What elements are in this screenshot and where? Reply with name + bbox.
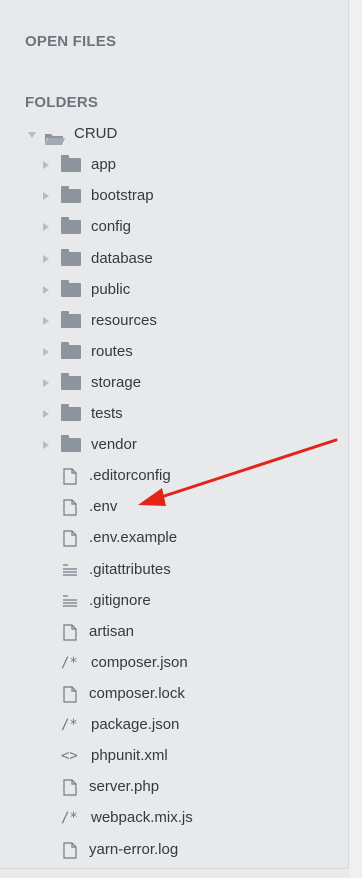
- chevron-right-icon[interactable]: [43, 255, 49, 263]
- file-icon: [61, 841, 79, 859]
- file-item-gitattributes[interactable]: .gitattributes: [61, 557, 171, 583]
- comment-icon: /*: [61, 810, 78, 826]
- folder-icon: [61, 342, 81, 359]
- folder-label: config: [91, 218, 132, 235]
- file-icon: [61, 498, 79, 516]
- folder-label: resources: [91, 312, 157, 329]
- chevron-right-icon[interactable]: [43, 410, 49, 418]
- comment-icon: /*: [61, 655, 78, 671]
- chevron-right-icon[interactable]: [43, 379, 49, 387]
- file-item-artisan[interactable]: artisan: [61, 619, 134, 645]
- folder-icon: [61, 311, 81, 328]
- scroll-gutter: [349, 0, 362, 878]
- chevron-right-icon[interactable]: [43, 317, 49, 325]
- file-label: server.php: [89, 778, 160, 795]
- folder-item-vendor[interactable]: vendor: [43, 432, 137, 458]
- file-item-package-json[interactable]: /* package.json: [61, 712, 179, 738]
- file-item-webpack-mix-js[interactable]: /* webpack.mix.js: [61, 805, 193, 831]
- file-icon: [61, 623, 79, 641]
- file-item-gitignore[interactable]: .gitignore: [61, 588, 151, 614]
- folder-icon: [61, 404, 81, 421]
- file-item-env-example[interactable]: .env.example: [61, 525, 177, 551]
- folder-item-storage[interactable]: storage: [43, 370, 141, 396]
- file-item-composer-json[interactable]: /* composer.json: [61, 650, 188, 676]
- folder-icon: [61, 249, 81, 266]
- chevron-right-icon[interactable]: [43, 348, 49, 356]
- folder-icon: [61, 280, 81, 297]
- text-lines-icon: [61, 594, 79, 608]
- folder-label: bootstrap: [91, 187, 154, 204]
- folder-label: app: [91, 156, 117, 173]
- folder-root-crud[interactable]: CRUD: [28, 121, 117, 147]
- folder-label: routes: [91, 343, 133, 360]
- folder-item-resources[interactable]: resources: [43, 308, 157, 334]
- open-files-title: OPEN FILES: [25, 33, 117, 50]
- file-label: phpunit.xml: [91, 747, 168, 764]
- chevron-right-icon[interactable]: [43, 192, 49, 200]
- file-label: webpack.mix.js: [91, 809, 193, 826]
- folder-item-tests[interactable]: tests: [43, 401, 123, 427]
- file-label: .gitignore: [89, 592, 151, 609]
- file-icon: [61, 529, 79, 547]
- folder-label: database: [91, 250, 153, 267]
- comment-icon: /*: [61, 717, 78, 733]
- folder-label: CRUD: [74, 125, 118, 142]
- file-label: composer.json: [91, 654, 188, 671]
- file-label: composer.lock: [89, 685, 185, 702]
- folder-icon: [61, 186, 81, 203]
- folder-open-icon: [44, 128, 66, 145]
- folder-item-app[interactable]: app: [43, 152, 116, 178]
- chevron-right-icon[interactable]: [43, 161, 49, 169]
- file-label: .editorconfig: [89, 467, 171, 484]
- folder-item-database[interactable]: database: [43, 246, 153, 272]
- folder-item-public[interactable]: public: [43, 277, 130, 303]
- folder-icon: [61, 435, 81, 452]
- file-item-yarn-error-log[interactable]: yarn-error.log: [61, 837, 178, 863]
- file-label: artisan: [89, 623, 135, 640]
- chevron-right-icon[interactable]: [43, 441, 49, 449]
- file-label: .env.example: [89, 529, 178, 546]
- chevron-right-icon[interactable]: [43, 223, 49, 231]
- folders-title: FOLDERS: [25, 94, 99, 111]
- folder-icon: [61, 155, 81, 172]
- folder-label: tests: [91, 405, 123, 422]
- folder-label: public: [91, 281, 131, 298]
- file-item-env[interactable]: .env: [61, 494, 117, 520]
- sidebar: OPEN FILES FOLDERS CRUD app bootstrap co…: [0, 0, 349, 869]
- code-icon: <>: [61, 748, 78, 764]
- folder-item-bootstrap[interactable]: bootstrap: [43, 183, 154, 209]
- folder-icon: [61, 373, 81, 390]
- file-label: package.json: [91, 716, 180, 733]
- file-item-server-php[interactable]: server.php: [61, 774, 159, 800]
- chevron-down-icon[interactable]: [28, 131, 36, 138]
- folder-icon: [61, 217, 81, 234]
- folder-label: storage: [91, 374, 142, 391]
- chevron-right-icon[interactable]: [43, 286, 49, 294]
- folder-item-routes[interactable]: routes: [43, 339, 133, 365]
- text-lines-icon: [61, 563, 79, 577]
- file-icon: [61, 778, 79, 796]
- file-icon: [61, 685, 79, 703]
- file-item-editorconfig[interactable]: .editorconfig: [61, 463, 171, 489]
- file-item-composer-lock[interactable]: composer.lock: [61, 681, 185, 707]
- file-label: .gitattributes: [89, 561, 171, 578]
- file-icon: [61, 467, 79, 485]
- file-item-phpunit-xml[interactable]: <> phpunit.xml: [61, 743, 168, 769]
- folder-item-config[interactable]: config: [43, 214, 131, 240]
- file-label: .env: [89, 498, 118, 515]
- folder-label: vendor: [91, 436, 137, 453]
- file-label: yarn-error.log: [89, 841, 179, 858]
